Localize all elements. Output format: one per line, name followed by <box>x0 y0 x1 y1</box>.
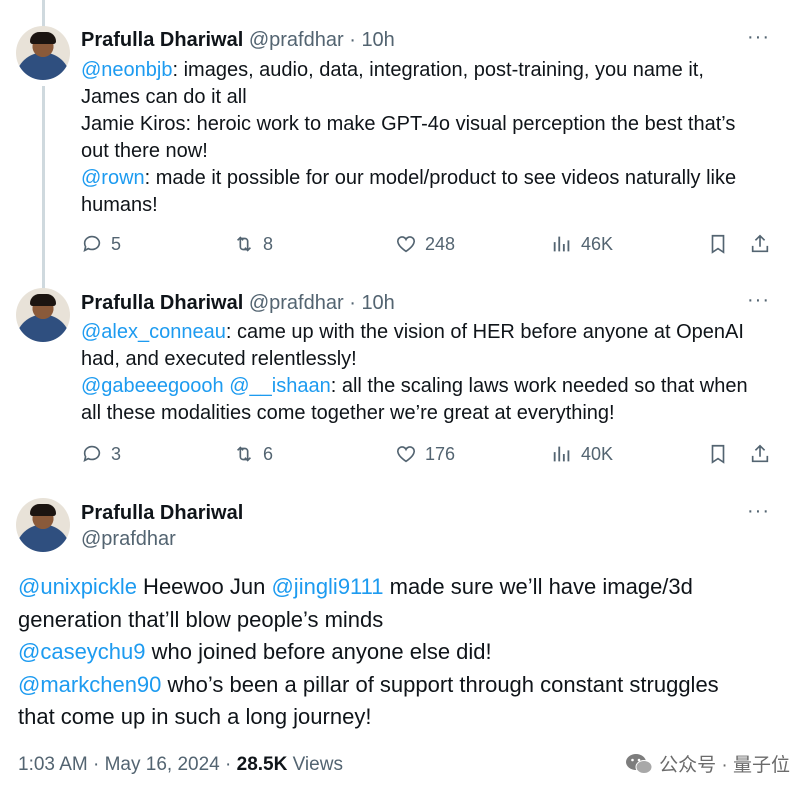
tweet-line: humans! <box>81 194 158 216</box>
tweet-line: had, and executed relentlessly! <box>81 348 357 370</box>
tweet-line: @markchen90 who’s been a pillar of suppo… <box>18 671 719 697</box>
analytics-icon <box>553 236 570 252</box>
author-handle[interactable]: @prafdhar <box>81 526 243 552</box>
repost-icon <box>236 236 252 252</box>
repost-count: 6 <box>263 443 274 464</box>
action-bar: 5 8 248 46K <box>81 233 771 259</box>
view-count: 40K <box>581 443 614 464</box>
tweet-line: James can do it all <box>81 86 247 108</box>
author-name[interactable]: Prafulla Dhariwal <box>81 29 243 51</box>
watermark-text: 公众号 · 量子位 <box>659 755 790 776</box>
separator-dot: · <box>349 292 356 314</box>
reply-count: 3 <box>111 443 122 464</box>
reply-count: 5 <box>111 233 122 254</box>
like-count: 176 <box>425 443 456 464</box>
tweet-line: out there now! <box>81 140 208 162</box>
timestamp[interactable]: 10h <box>361 29 394 51</box>
mention-link[interactable]: @unixpickle <box>18 574 137 599</box>
mention-link[interactable]: @neonbjb <box>81 59 172 81</box>
tweet-1[interactable]: Prafulla Dhariwal @prafdhar · 10h ··· @n… <box>0 0 810 280</box>
views-button[interactable]: 40K <box>551 443 613 465</box>
separator-dot: · <box>349 29 356 51</box>
tweet-header: Prafulla Dhariwal @prafdhar · 10h <box>81 291 395 315</box>
author-name[interactable]: Prafulla Dhariwal <box>81 292 243 314</box>
main-tweet: Prafulla Dhariwal @prafdhar ··· @unixpic… <box>0 480 810 794</box>
like-button[interactable]: 176 <box>395 443 455 465</box>
views-label: Views <box>287 754 343 775</box>
tweet-text: @alex_conneau: came up with the vision o… <box>81 319 781 427</box>
repost-button[interactable]: 6 <box>233 443 273 465</box>
action-bar: 3 6 176 40K <box>81 443 771 469</box>
mention-link[interactable]: @alex_conneau <box>81 321 226 343</box>
avatar[interactable] <box>16 288 70 342</box>
tweet-meta: 1:03 AM · May 16, 2024 · 28.5K Views <box>18 754 343 776</box>
more-options-icon[interactable]: ··· <box>747 289 770 312</box>
tweet-line: @caseychu9 who joined before anyone else… <box>18 639 492 664</box>
bookmark-icon <box>711 234 725 254</box>
tweet-header: Prafulla Dhariwal @prafdhar · 10h <box>81 28 395 52</box>
share-button[interactable] <box>749 233 771 255</box>
tweet-line: all these modalities come together we’re… <box>81 402 615 424</box>
heart-icon <box>396 446 416 463</box>
view-count: 28.5K <box>236 754 288 775</box>
repost-count: 8 <box>263 233 274 254</box>
author-handle[interactable]: @prafdhar <box>249 29 344 51</box>
author-handle[interactable]: @prafdhar <box>249 292 344 314</box>
share-icon <box>751 234 769 253</box>
view-count: 46K <box>581 233 614 254</box>
tweet-line: @unixpickle Heewoo Jun @jingli9111 made … <box>18 574 693 599</box>
reply-icon <box>83 235 101 252</box>
share-icon <box>751 444 769 463</box>
bookmark-icon <box>711 444 725 464</box>
tweet-line: @alex_conneau: came up with the vision o… <box>81 321 744 343</box>
repost-icon <box>236 446 252 462</box>
mention-link[interactable]: @gabeeegoooh @__ishaan <box>81 375 331 397</box>
tweet-2[interactable]: Prafulla Dhariwal @prafdhar · 10h ··· @a… <box>0 280 810 480</box>
mention-link[interactable]: @markchen90 <box>18 672 161 697</box>
tweet-text: @unixpickle Heewoo Jun @jingli9111 made … <box>18 571 798 734</box>
bookmark-button[interactable] <box>707 233 729 255</box>
heart-icon <box>396 236 416 253</box>
more-options-icon[interactable]: ··· <box>747 26 770 49</box>
repost-button[interactable]: 8 <box>233 233 273 255</box>
wechat-icon <box>626 753 653 774</box>
author-block: Prafulla Dhariwal @prafdhar <box>81 500 243 552</box>
timestamp[interactable]: 10h <box>361 292 394 314</box>
avatar[interactable] <box>16 26 70 80</box>
author-name[interactable]: Prafulla Dhariwal <box>81 500 243 526</box>
post-time[interactable]: 1:03 AM · May 16, 2024 · <box>18 754 237 775</box>
like-button[interactable]: 248 <box>395 233 455 255</box>
tweet-line: that come up in such a long journey! <box>18 704 372 729</box>
tweet-line: @neonbjb: images, audio, data, integrati… <box>81 59 704 81</box>
reply-button[interactable]: 3 <box>81 443 121 465</box>
reply-icon <box>83 445 101 462</box>
tweet-line: @rown: made it possible for our model/pr… <box>81 167 737 189</box>
tweet-line: @gabeeegoooh @__ishaan: all the scaling … <box>81 375 748 397</box>
tweet-line: Jamie Kiros: heroic work to make GPT-4o … <box>81 113 736 135</box>
tweet-line: generation that’ll blow people’s minds <box>18 606 384 632</box>
watermark: 公众号 · 量子位 <box>625 750 790 777</box>
mention-link[interactable]: @jingli9111 <box>271 574 383 599</box>
analytics-icon <box>553 446 570 462</box>
mention-link[interactable]: @rown <box>81 167 145 189</box>
more-options-icon[interactable]: ··· <box>747 500 770 523</box>
tweet-text: @neonbjb: images, audio, data, integrati… <box>81 57 781 219</box>
reply-button[interactable]: 5 <box>81 233 121 255</box>
like-count: 248 <box>425 233 456 254</box>
mention-link[interactable]: @caseychu9 <box>18 639 146 664</box>
views-button[interactable]: 46K <box>551 233 613 255</box>
avatar[interactable] <box>16 498 70 552</box>
share-button[interactable] <box>749 443 771 465</box>
bookmark-button[interactable] <box>707 443 729 465</box>
